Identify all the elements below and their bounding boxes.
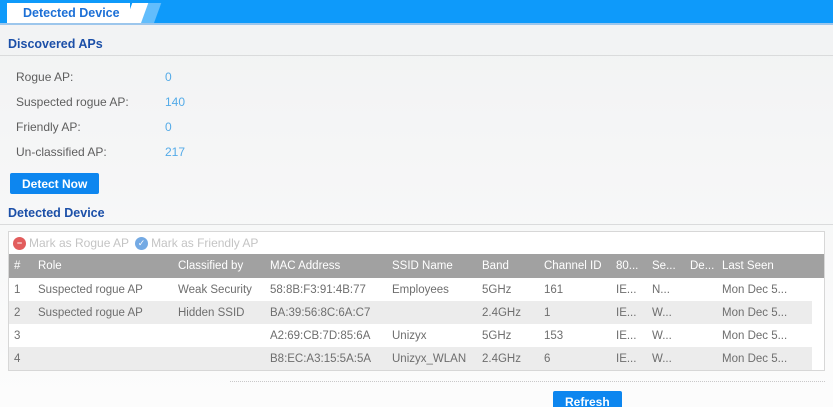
table-cell: 1	[539, 301, 611, 324]
detect-now-button[interactable]: Detect Now	[10, 173, 99, 194]
stat-value: 217	[165, 145, 185, 159]
table-cell: 2.4GHz	[477, 347, 539, 370]
table-cell: Mon Dec 5...	[717, 347, 824, 370]
table-cell: W...	[647, 324, 685, 347]
table-cell: IE...	[611, 301, 647, 324]
table-cell: 161	[539, 278, 611, 301]
stat-label: Friendly AP:	[16, 120, 165, 134]
table-cell: 153	[539, 324, 611, 347]
table-cell: Unizyx	[387, 324, 477, 347]
table-cell	[33, 324, 173, 347]
table-cell: BA:39:56:8C:6A:C7	[265, 301, 387, 324]
table-cell: 5GHz	[477, 278, 539, 301]
table-cell	[173, 347, 265, 370]
table-cell: B8:EC:A3:15:5A:5A	[265, 347, 387, 370]
column-header[interactable]: SSID Name	[387, 254, 477, 278]
table-cell: W...	[647, 301, 685, 324]
tab-label: Detected Device	[23, 6, 120, 20]
page-content: Discovered APs Rogue AP: 0 Suspected rog…	[0, 25, 833, 407]
table-cell	[685, 301, 717, 324]
table-cell: Mon Dec 5...	[717, 278, 824, 301]
table-cell: W...	[647, 347, 685, 370]
column-header[interactable]: MAC Address	[265, 254, 387, 278]
table-cell: A2:69:CB:7D:85:6A	[265, 324, 387, 347]
table-cell: 2.4GHz	[477, 301, 539, 324]
section-heading-detected-device: Detected Device	[8, 194, 825, 220]
table-cell: Employees	[387, 278, 477, 301]
tab-detected-device[interactable]: Detected Device	[7, 3, 130, 23]
mark-friendly-ap-button[interactable]: ✓ Mark as Friendly AP	[135, 236, 258, 250]
column-header[interactable]: Classified by	[173, 254, 265, 278]
column-header[interactable]: Role	[33, 254, 173, 278]
discovered-aps-stats: Rogue AP: 0 Suspected rogue AP: 140 Frie…	[8, 56, 825, 164]
column-header[interactable]: Band	[477, 254, 539, 278]
refresh-button[interactable]: Refresh	[553, 391, 622, 407]
table-cell: Hidden SSID	[173, 301, 265, 324]
mark-rogue-ap-button[interactable]: − Mark as Rogue AP	[13, 236, 129, 250]
table-cell	[685, 324, 717, 347]
table-header-row: #RoleClassified byMAC AddressSSID NameBa…	[9, 254, 824, 278]
table-cell: Unizyx_WLAN	[387, 347, 477, 370]
section-heading-discovered-aps: Discovered APs	[8, 25, 825, 51]
table-cell: 3	[9, 324, 33, 347]
scrollbar-gutter	[812, 278, 824, 370]
divider	[0, 224, 833, 225]
stat-label: Suspected rogue AP:	[16, 95, 165, 109]
table-cell: N...	[647, 278, 685, 301]
column-header[interactable]: Se...	[647, 254, 685, 278]
table-cell: Mon Dec 5...	[717, 301, 824, 324]
table-cell: 4	[9, 347, 33, 370]
detected-device-panel: − Mark as Rogue AP ✓ Mark as Friendly AP…	[8, 231, 825, 371]
minus-circle-icon: −	[13, 237, 26, 250]
table-cell: 6	[539, 347, 611, 370]
table-row[interactable]: 2Suspected rogue APHidden SSIDBA:39:56:8…	[9, 301, 824, 324]
column-header[interactable]: #	[9, 254, 33, 278]
mark-rogue-ap-label: Mark as Rogue AP	[29, 236, 129, 250]
stat-value: 140	[165, 95, 185, 109]
column-header[interactable]: De...	[685, 254, 717, 278]
table-row[interactable]: 3 A2:69:CB:7D:85:6AUnizyx5GHz153IE...W...…	[9, 324, 824, 347]
table-cell	[173, 324, 265, 347]
stat-label: Un-classified AP:	[16, 145, 165, 159]
table-cell: 2	[9, 301, 33, 324]
table-cell: Suspected rogue AP	[33, 278, 173, 301]
table-cell: Mon Dec 5...	[717, 324, 824, 347]
column-header[interactable]: 80...	[611, 254, 647, 278]
stat-row-unclassified: Un-classified AP: 217	[16, 139, 825, 164]
stat-row-suspected-rogue: Suspected rogue AP: 140	[16, 89, 825, 114]
tab-bar: Detected Device	[0, 0, 833, 25]
table-cell: 58:8B:F3:91:4B:77	[265, 278, 387, 301]
stat-row-friendly: Friendly AP: 0	[16, 114, 825, 139]
table-cell: Suspected rogue AP	[33, 301, 173, 324]
detected-device-table: #RoleClassified byMAC AddressSSID NameBa…	[9, 254, 824, 370]
mark-friendly-ap-label: Mark as Friendly AP	[151, 236, 258, 250]
column-header[interactable]: Channel ID	[539, 254, 611, 278]
stat-value: 0	[165, 70, 172, 84]
table-row[interactable]: 1Suspected rogue APWeak Security58:8B:F3…	[9, 278, 824, 301]
table-cell	[387, 301, 477, 324]
table-cell	[685, 347, 717, 370]
table-cell: 1	[9, 278, 33, 301]
check-circle-icon: ✓	[135, 237, 148, 250]
table-cell: IE...	[611, 347, 647, 370]
stat-row-rogue: Rogue AP: 0	[16, 64, 825, 89]
column-header[interactable]: Last Seen	[717, 254, 824, 278]
stat-label: Rogue AP:	[16, 70, 165, 84]
table-cell	[685, 278, 717, 301]
table-cell: IE...	[611, 324, 647, 347]
table-cell: Weak Security	[173, 278, 265, 301]
table-cell	[33, 347, 173, 370]
table-toolbar: − Mark as Rogue AP ✓ Mark as Friendly AP	[9, 232, 824, 254]
table-row[interactable]: 4 B8:EC:A3:15:5A:5AUnizyx_WLAN2.4GHz6IE..…	[9, 347, 824, 370]
stat-value: 0	[165, 120, 172, 134]
dotted-divider	[230, 381, 825, 382]
table-cell: IE...	[611, 278, 647, 301]
table-cell: 5GHz	[477, 324, 539, 347]
